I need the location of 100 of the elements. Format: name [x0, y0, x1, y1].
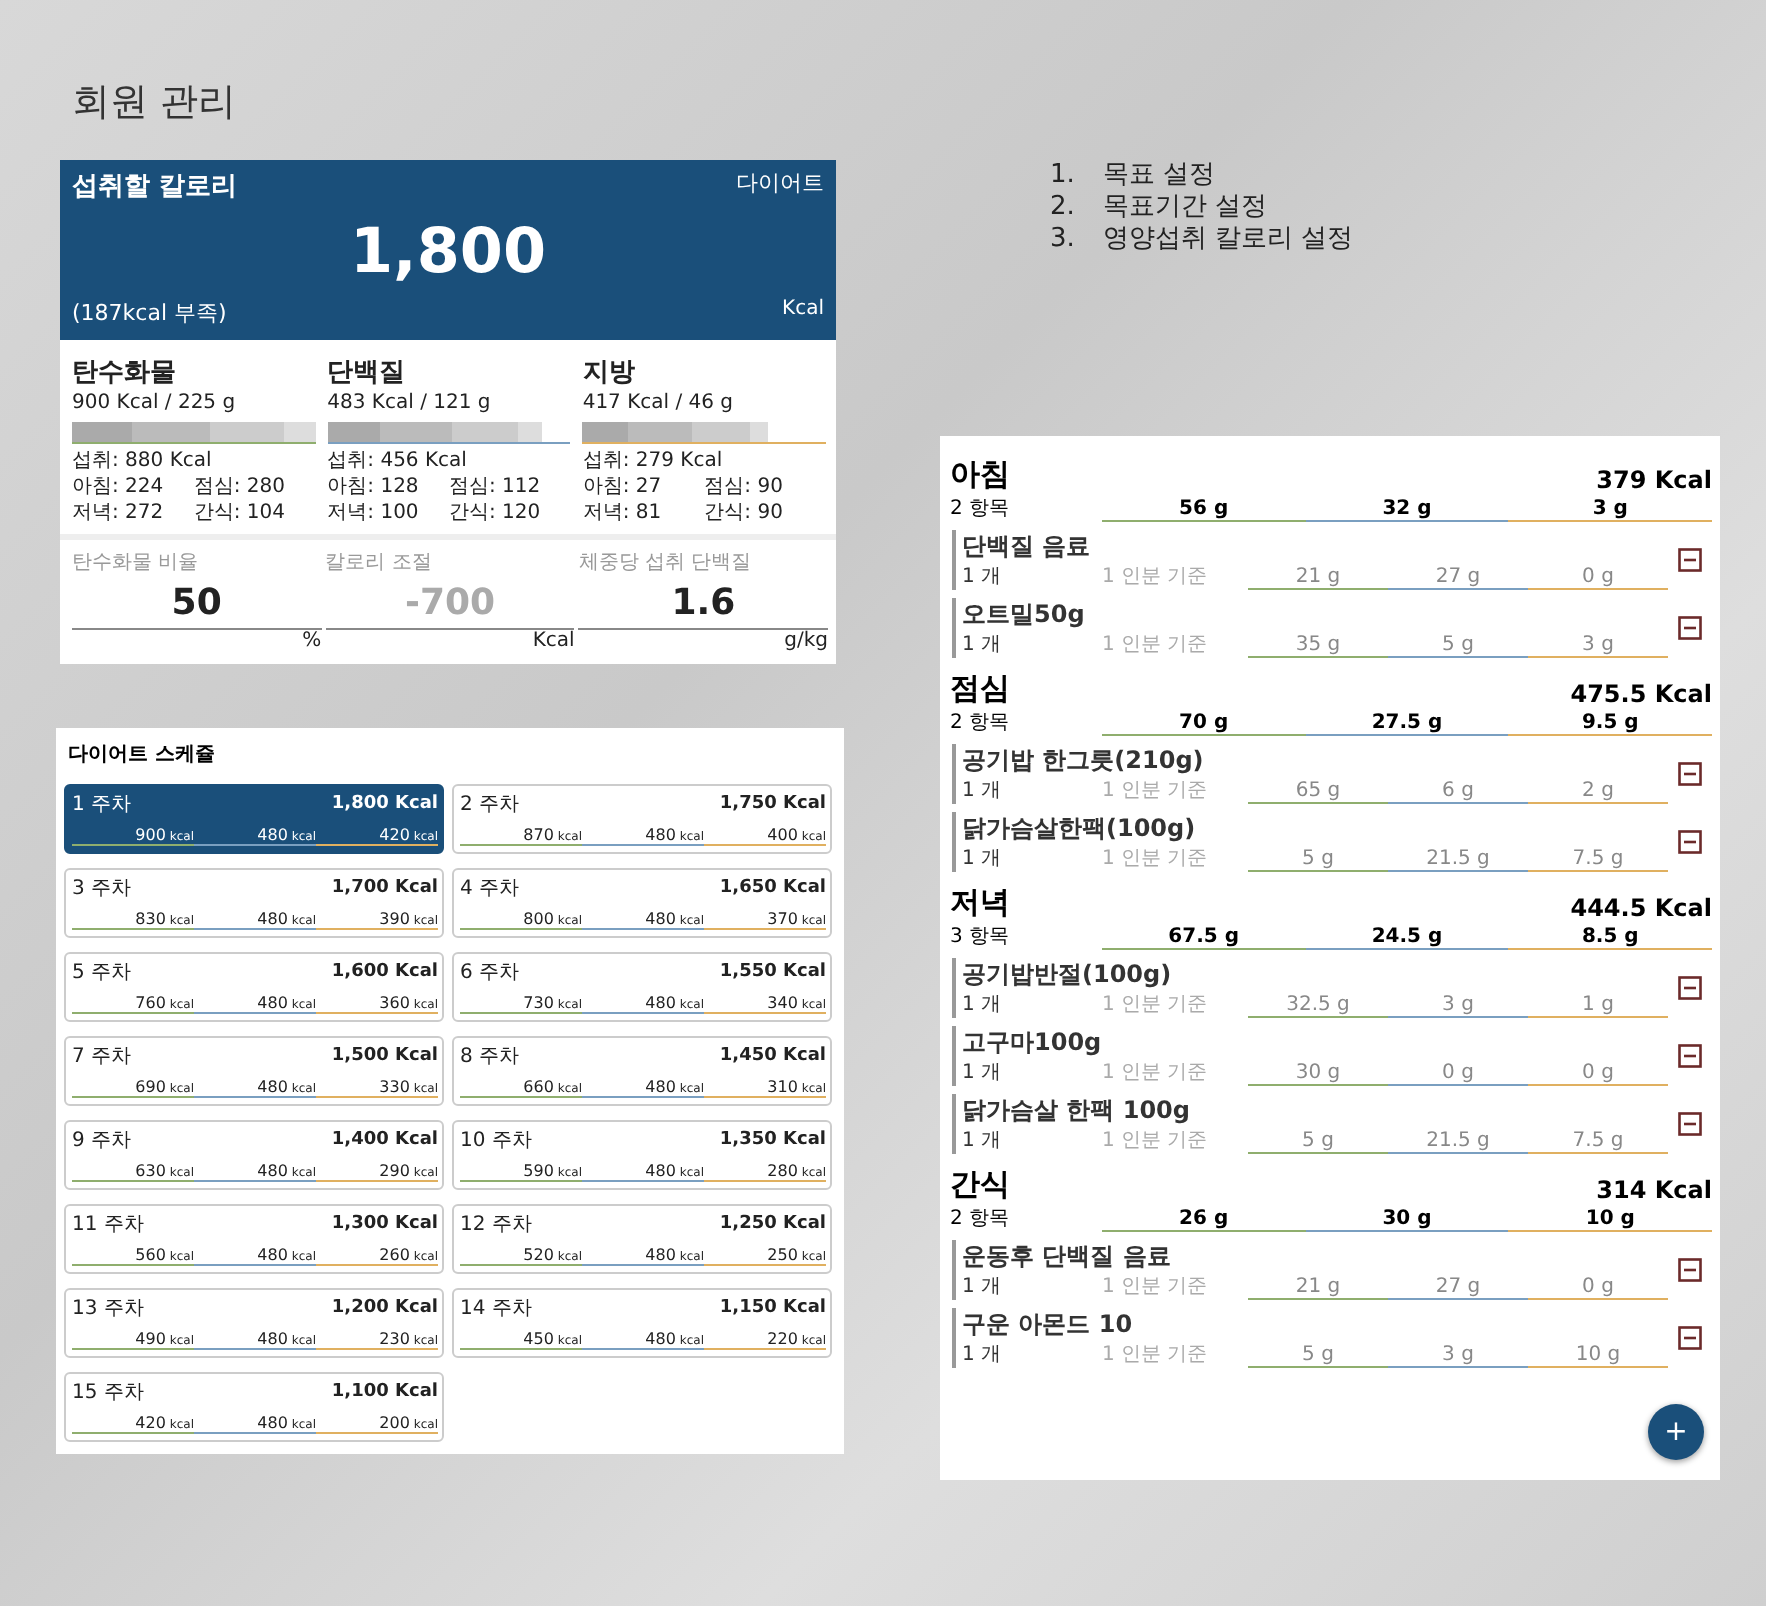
- schedule-title: 다이어트 스케쥴: [68, 742, 217, 768]
- food-nutrient: 27 g: [1388, 566, 1528, 590]
- food-nutrient: 5 g: [1248, 848, 1388, 872]
- week-label: 2 주차: [460, 792, 520, 818]
- meal-total: 32 g: [1305, 498, 1509, 522]
- remove-icon[interactable]: [1678, 830, 1702, 854]
- week-total: 1,500 Kcal: [331, 1046, 438, 1066]
- serving-basis: 1 인분 기준: [1102, 992, 1210, 1018]
- week-total: 1,700 Kcal: [331, 878, 438, 898]
- meal-intake: 간식: 90: [704, 500, 785, 526]
- remove-icon[interactable]: [1678, 1258, 1702, 1282]
- week-label: 13 주차: [72, 1296, 144, 1322]
- remove-icon[interactable]: [1678, 1044, 1702, 1068]
- week-total: 1,400 Kcal: [331, 1130, 438, 1150]
- setting-unit: Kcal: [530, 630, 575, 652]
- food-quantity: 1 개: [962, 632, 1004, 658]
- item-count: 2 항목: [950, 496, 1012, 522]
- food-nutrient: 5 g: [1388, 634, 1528, 658]
- food-name: 운동후 단백질 음료: [962, 1240, 1173, 1272]
- step-text: 영양섭취 칼로리 설정: [1102, 224, 1354, 256]
- add-button[interactable]: +: [1648, 1404, 1704, 1460]
- step-number: 3.: [1050, 224, 1075, 256]
- meal-intake: 저녁: 272: [72, 500, 166, 526]
- remove-icon[interactable]: [1678, 976, 1702, 1000]
- food-name: 닭가슴살한팩(100g): [962, 812, 1198, 844]
- week-total: 1,200 Kcal: [331, 1298, 438, 1318]
- item-count: 2 항목: [950, 710, 1012, 736]
- meal-name: 간식: [950, 1166, 1012, 1204]
- remove-icon[interactable]: [1678, 548, 1702, 572]
- macro-target: 483 Kcal / 121 g: [327, 390, 493, 416]
- serving-basis: 1 인분 기준: [1102, 1342, 1210, 1368]
- food-nutrient: 3 g: [1388, 1344, 1528, 1368]
- remove-icon[interactable]: [1678, 762, 1702, 786]
- food-name: 구운 아몬드 10: [962, 1308, 1135, 1340]
- meal-intake: 저녁: 100: [327, 500, 421, 526]
- meal-total: 3 g: [1508, 498, 1712, 522]
- serving-basis: 1 인분 기준: [1102, 564, 1210, 590]
- week-total: 1,100 Kcal: [331, 1382, 438, 1402]
- meal-intake: 저녁: 81: [582, 500, 664, 526]
- food-nutrient: 0 g: [1528, 566, 1668, 590]
- serving-basis: 1 인분 기준: [1102, 846, 1210, 872]
- setting-label: 탄수화물 비율: [72, 550, 201, 576]
- week-total: 1,800 Kcal: [331, 794, 438, 814]
- food-name: 고구마100g: [962, 1026, 1104, 1058]
- meal-intake: 간식: 120: [448, 500, 543, 526]
- food-nutrient: 3 g: [1528, 634, 1668, 658]
- week-label: 4 주차: [460, 876, 520, 902]
- week-total: 1,600 Kcal: [331, 962, 438, 982]
- food-nutrient: 5 g: [1248, 1344, 1388, 1368]
- meal-total: 27.5 g: [1305, 712, 1509, 736]
- serving-basis: 1 인분 기준: [1102, 1274, 1210, 1300]
- week-label: 10 주차: [460, 1128, 532, 1154]
- week-label: 3 주차: [72, 876, 132, 902]
- step-number: 1.: [1050, 160, 1075, 192]
- intake-text: 섭취: 456 Kcal: [327, 448, 469, 474]
- week-total: 1,350 Kcal: [719, 1130, 826, 1150]
- intake-text: 섭취: 880 Kcal: [72, 448, 214, 474]
- week-label: 6 주차: [460, 960, 520, 986]
- serving-basis: 1 인분 기준: [1102, 1060, 1210, 1086]
- macro-target: 900 Kcal / 225 g: [72, 390, 238, 416]
- setting-field[interactable]: 50: [72, 576, 322, 630]
- meal-kcal: 475.5 Kcal: [1570, 680, 1712, 708]
- item-count: 2 항목: [950, 1206, 1012, 1232]
- meal-total: 56 g: [1102, 498, 1306, 522]
- food-nutrient: 1 g: [1528, 994, 1668, 1018]
- macro-name: 단백질: [327, 356, 408, 390]
- food-name: 닭가슴살 한팩 100g: [962, 1094, 1192, 1126]
- week-label: 7 주차: [72, 1044, 132, 1070]
- week-label: 1 주차: [72, 792, 132, 818]
- food-nutrient: 65 g: [1248, 780, 1388, 804]
- step-number: 2.: [1050, 192, 1075, 224]
- meal-name: 아침: [950, 456, 1012, 494]
- week-total: 1,300 Kcal: [331, 1214, 438, 1234]
- week-label: 15 주차: [72, 1380, 144, 1406]
- food-name: 공기밥 한그릇(210g): [962, 744, 1206, 776]
- intake-text: 섭취: 279 Kcal: [582, 448, 725, 474]
- meal-total: 30 g: [1305, 1208, 1509, 1232]
- food-quantity: 1 개: [962, 778, 1004, 804]
- meal-total: 8.5 g: [1508, 926, 1712, 950]
- mode-label: 다이어트: [736, 168, 824, 200]
- food-nutrient: 7.5 g: [1528, 1130, 1668, 1154]
- remove-icon[interactable]: [1678, 1112, 1702, 1136]
- remove-icon[interactable]: [1678, 1326, 1702, 1350]
- remove-icon[interactable]: [1678, 616, 1702, 640]
- food-nutrient: 35 g: [1248, 634, 1388, 658]
- food-name: 단백질 음료: [962, 530, 1093, 562]
- food-nutrient: 21.5 g: [1388, 848, 1528, 872]
- food-quantity: 1 개: [962, 564, 1004, 590]
- serving-basis: 1 인분 기준: [1102, 778, 1210, 804]
- meal-intake: 아침: 224: [72, 474, 166, 500]
- food-nutrient: 30 g: [1248, 1062, 1388, 1086]
- meal-intake: 점심: 112: [448, 474, 543, 500]
- food-nutrient: 3 g: [1388, 994, 1528, 1018]
- meal-total: 10 g: [1508, 1208, 1712, 1232]
- meal-total: 67.5 g: [1102, 926, 1306, 950]
- deficit-text: (187kcal 부족): [72, 298, 229, 328]
- week-total: 1,750 Kcal: [719, 794, 826, 814]
- setting-field[interactable]: 1.6: [578, 576, 828, 630]
- setting-label: 체중당 섭취 단백질: [578, 550, 754, 576]
- food-nutrient: 21 g: [1248, 566, 1388, 590]
